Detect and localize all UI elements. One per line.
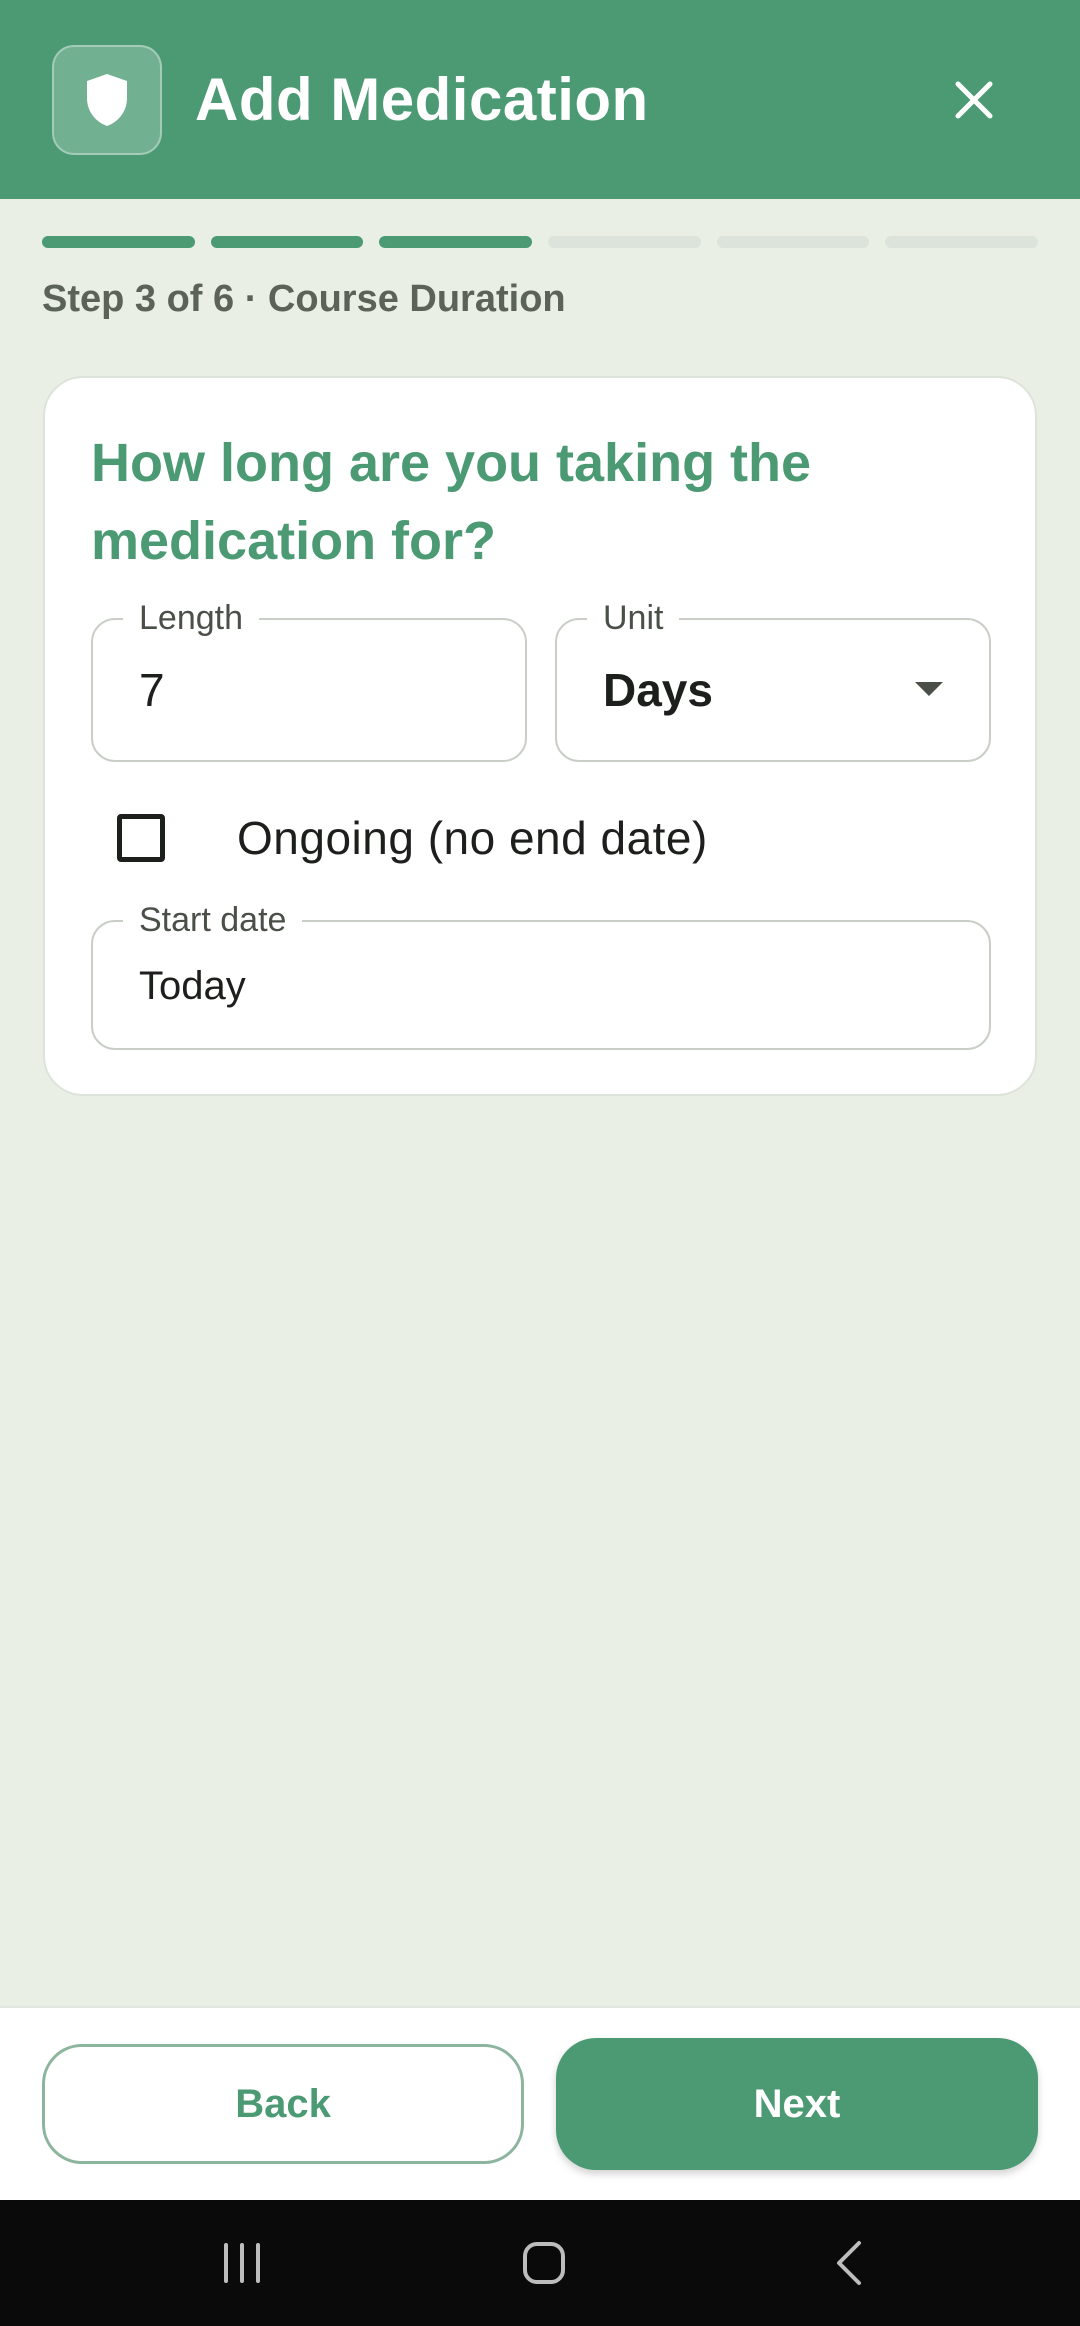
page-title: Add Medication [195,66,649,133]
start-date-field[interactable]: Start date Today [91,900,991,1050]
length-label: Length [123,598,259,638]
recents-icon [224,2243,260,2283]
ongoing-label: Ongoing (no end date) [237,812,708,864]
progress-segment [210,236,364,248]
shield-icon [52,45,162,155]
progress-segment [885,236,1039,248]
ongoing-checkbox[interactable] [117,814,165,862]
progress-segment [42,236,195,248]
question-heading: How long are you taking the medication f… [91,433,812,571]
close-icon [955,81,993,119]
length-value: 7 [139,664,165,716]
close-button[interactable] [936,62,1012,138]
back-chevron-icon [837,2241,861,2285]
step-label: Step 3 of 6 · Course Duration [42,278,566,320]
home-button[interactable] [504,2228,584,2298]
system-nav-bar [0,2200,1080,2326]
home-icon [523,2242,565,2284]
unit-dropdown[interactable]: Unit Days [555,598,991,762]
ongoing-checkbox-row[interactable]: Ongoing (no end date) [117,798,977,878]
unit-value: Days [603,664,713,716]
back-button[interactable]: Back [42,2044,524,2164]
next-button[interactable]: Next [556,2038,1038,2170]
start-date-label: Start date [123,900,303,940]
progress-segment [379,236,533,248]
system-back-button[interactable] [808,2228,888,2298]
progress-segment [716,236,870,248]
recents-button[interactable] [202,2228,282,2298]
duration-card: How long are you taking the medication f… [43,376,1037,1096]
caret-down-icon [915,682,943,696]
bottom-action-bar: Back Next [0,2006,1080,2200]
app-bar: Add Medication [0,0,1080,199]
step-progress [42,236,1039,248]
start-date-value: Today [139,964,246,1008]
unit-label: Unit [587,598,680,638]
progress-segment [548,236,701,248]
length-input[interactable]: Length 7 [91,598,527,762]
